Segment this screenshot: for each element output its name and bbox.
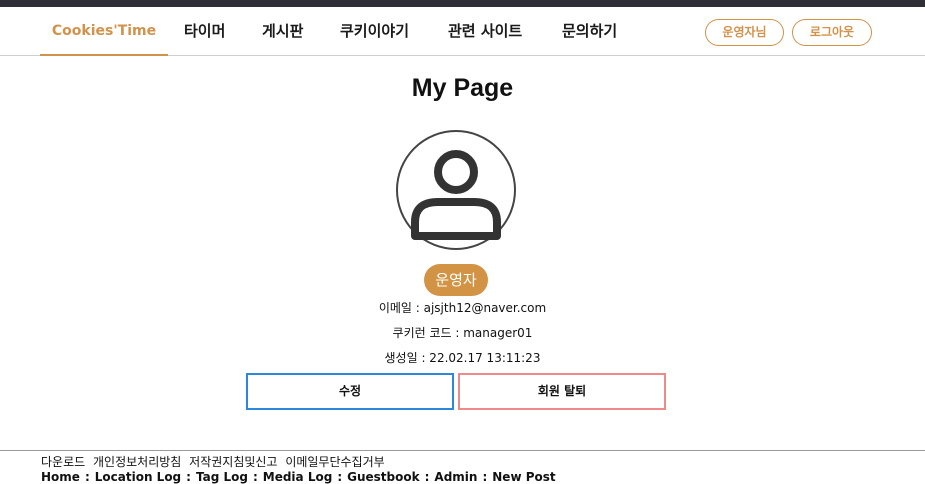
footer-link-privacy[interactable]: 개인정보처리방침 <box>93 455 181 469</box>
cookie-code-text: 쿠키런 코드 : manager01 <box>392 326 533 340</box>
nav-item-related-sites[interactable]: 관련 사이트 <box>448 7 522 55</box>
role-badge: 운영자 <box>424 264 488 296</box>
footer-nav-media-log[interactable]: Media Log <box>263 470 333 484</box>
footer-link-email-refusal[interactable]: 이메일무단수집거부 <box>285 455 384 469</box>
edit-button[interactable]: 수정 <box>246 373 454 410</box>
nav-item-board[interactable]: 게시판 <box>262 7 303 55</box>
page-title: My Page <box>411 74 514 102</box>
separator: : <box>482 470 488 484</box>
brand-link[interactable]: Cookies'Time <box>40 7 168 56</box>
main-nav: Cookies'Time 타이머 게시판 쿠키이야기 관련 사이트 문의하기 운… <box>0 7 925 56</box>
withdraw-button[interactable]: 회원 탈퇴 <box>458 373 666 410</box>
footer-nav-guestbook[interactable]: Guestbook <box>347 470 419 484</box>
footer-nav-location-log[interactable]: Location Log <box>95 470 181 484</box>
footer-nav-admin[interactable]: Admin <box>434 470 477 484</box>
top-bar <box>0 0 925 7</box>
separator: : <box>186 470 191 484</box>
separator: : <box>84 470 90 484</box>
logout-button[interactable]: 로그아웃 <box>792 19 872 46</box>
footer-link-download[interactable]: 다운로드 <box>41 455 85 469</box>
nav-item-cookie-story[interactable]: 쿠키이야기 <box>340 7 409 55</box>
user-icon <box>411 150 501 240</box>
separator: : <box>424 470 430 484</box>
avatar <box>396 130 516 250</box>
footer-divider <box>0 450 925 451</box>
footer-links: 다운로드 개인정보처리방침 저작권지침및신고 이메일무단수집거부 <box>41 453 389 470</box>
separator: : <box>252 470 258 484</box>
footer-nav: Home: Location Log: Tag Log: Media Log: Gues… <box>41 470 556 484</box>
created-date-text: 생성일 : 22.02.17 13:11:23 <box>384 351 541 365</box>
footer-nav-tag-log[interactable]: Tag Log <box>196 470 248 484</box>
footer-link-copyright[interactable]: 저작권지침및신고 <box>189 455 277 469</box>
separator: : <box>337 470 343 484</box>
footer-nav-home[interactable]: Home <box>41 470 80 484</box>
admin-button[interactable]: 운영자님 <box>705 19 784 46</box>
footer-nav-new-post[interactable]: New Post <box>492 470 555 484</box>
email-text: 이메일 : ajsjth12@naver.com <box>378 301 547 315</box>
nav-item-contact[interactable]: 문의하기 <box>562 7 617 55</box>
nav-item-timer[interactable]: 타이머 <box>184 7 225 55</box>
